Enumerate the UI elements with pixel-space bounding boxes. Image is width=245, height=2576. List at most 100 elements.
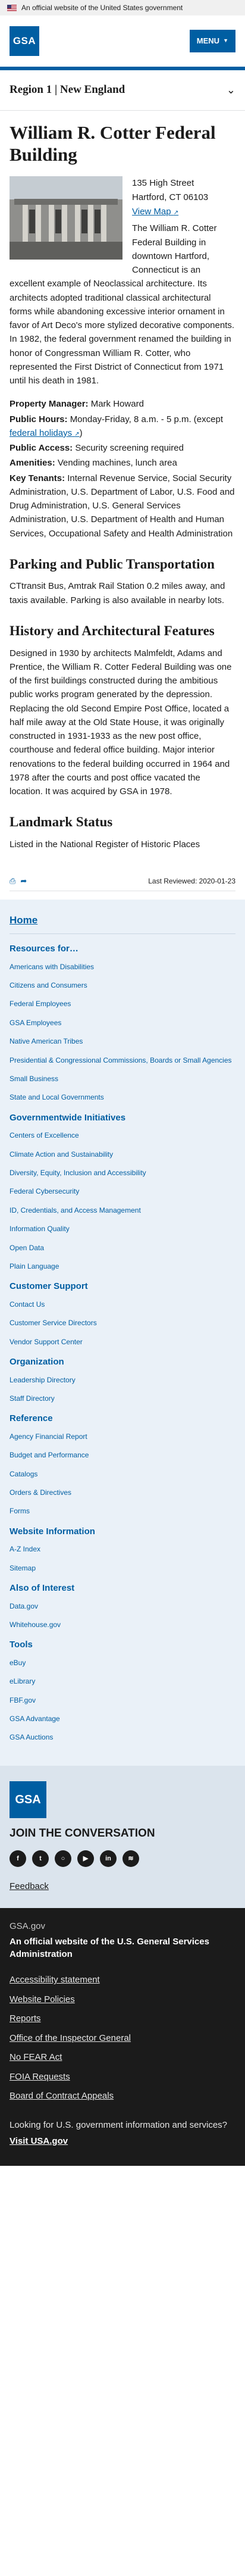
region-title: Region 1 | New England	[10, 83, 125, 96]
identifier-looking-text: Looking for U.S. government information …	[10, 2119, 228, 2130]
footer-group: Website Information A-Z Index Sitemap	[10, 1525, 235, 1573]
footer-link-item: Data.gov	[10, 1601, 235, 1612]
footer-link[interactable]: Open Data	[10, 1244, 44, 1252]
footer-group-heading: Organization	[10, 1357, 64, 1367]
footer-link[interactable]: Federal Cybersecurity	[10, 1187, 79, 1195]
footer-link[interactable]: Customer Service Directors	[10, 1319, 97, 1327]
footer-group-heading: Customer Support	[10, 1281, 88, 1292]
footer-link[interactable]: Orders & Directives	[10, 1488, 71, 1497]
footer-link[interactable]: Federal Employees	[10, 1000, 71, 1008]
footer-link[interactable]: Diversity, Equity, Inclusion and Accessi…	[10, 1169, 146, 1177]
footer-link[interactable]: Sitemap	[10, 1564, 36, 1572]
footer-link[interactable]: Budget and Performance	[10, 1451, 89, 1459]
gsa-logo[interactable]: GSA	[10, 26, 39, 56]
footer-link[interactable]: Whitehouse.gov	[10, 1620, 61, 1629]
footer-link-item: GSA Auctions	[10, 1732, 235, 1743]
youtube-icon[interactable]: ▶	[77, 1850, 94, 1868]
footer-link[interactable]: ID, Credentials, and Access Management	[10, 1206, 141, 1214]
footer-link[interactable]: FBF.gov	[10, 1696, 36, 1704]
federal-holidays-link[interactable]: federal holidays ↗	[10, 428, 80, 438]
footer-home-link[interactable]: Home	[10, 913, 235, 935]
footer-link-item: Small Business	[10, 1074, 235, 1084]
identifier-links: Accessibility statement Website Policies R…	[10, 1974, 235, 2103]
footer-link[interactable]: Centers of Excellence	[10, 1131, 79, 1139]
chevron-down-icon[interactable]: ⌄	[227, 82, 235, 98]
identifier-link[interactable]: Board of Contract Appeals	[10, 2090, 235, 2103]
footer-link[interactable]: Leadership Directory	[10, 1376, 76, 1384]
footer-link[interactable]: Catalogs	[10, 1470, 37, 1478]
history-text: Designed in 1930 by architects Malmfeldt…	[10, 648, 232, 797]
footer-link[interactable]: Data.gov	[10, 1602, 38, 1610]
footer-link[interactable]: Staff Directory	[10, 1394, 55, 1403]
share-icon[interactable]: ➦	[20, 875, 27, 887]
external-link-icon: ↗	[173, 210, 179, 217]
footer-link[interactable]: Plain Language	[10, 1262, 59, 1270]
footer-group-heading: Also of Interest	[10, 1583, 75, 1594]
print-icon[interactable]: ⎙	[10, 875, 15, 887]
footer-group: Tools eBuy eLibrary FBF.gov GSA Advantage GSA…	[10, 1638, 235, 1743]
footer-link[interactable]: Americans with Disabilities	[10, 963, 94, 971]
footer-link-item: eBuy	[10, 1658, 235, 1668]
identifier-link[interactable]: Reports	[10, 2012, 235, 2026]
gov-banner: An official website of the United States…	[0, 0, 245, 15]
footer-link-item: Forms	[10, 1506, 235, 1516]
share-tools: ⎙ ➦	[10, 875, 27, 887]
last-reviewed: Last Reviewed: 2020-01-23	[148, 876, 235, 885]
footer-link[interactable]: eBuy	[10, 1659, 26, 1667]
footer-link-item: Plain Language	[10, 1262, 235, 1272]
footer-link[interactable]: Information Quality	[10, 1225, 70, 1233]
identifier-link[interactable]: Accessibility statement	[10, 1974, 235, 1987]
footer-link[interactable]: Small Business	[10, 1075, 58, 1083]
footer-link[interactable]: GSA Auctions	[10, 1733, 53, 1741]
visit-usa-gov-link[interactable]: Visit USA.gov	[10, 2136, 68, 2146]
footer-link[interactable]: Presidential & Congressional Commissions…	[10, 1056, 232, 1064]
footer-link-item: Presidential & Congressional Commissions…	[10, 1056, 235, 1066]
footer-link[interactable]: Native American Tribes	[10, 1037, 83, 1045]
footer-link-item: Whitehouse.gov	[10, 1620, 235, 1630]
footer-link[interactable]: Forms	[10, 1507, 30, 1515]
menu-button[interactable]: MENU ▼	[189, 30, 235, 52]
agency-identifier: GSA.gov An official website of the U.S. …	[0, 1907, 245, 2166]
footer-link[interactable]: State and Local Governments	[10, 1093, 104, 1101]
footer-nav: Home Resources for… Americans with Disabi…	[0, 899, 245, 1766]
footer-link[interactable]: GSA Employees	[10, 1019, 61, 1027]
us-flag-icon	[7, 4, 17, 11]
identifier-link[interactable]: Office of the Inspector General	[10, 2032, 235, 2046]
linkedin-icon[interactable]: in	[100, 1850, 117, 1868]
region-selector[interactable]: Region 1 | New England ⌄	[0, 70, 245, 111]
footer-group-heading: Website Information	[10, 1526, 95, 1537]
footer-group: Also of Interest Data.gov Whitehouse.gov	[10, 1582, 235, 1630]
footer-link-item: Climate Action and Sustainability	[10, 1150, 235, 1160]
parking-heading: Parking and Public Transportation	[10, 556, 215, 572]
feedback-link[interactable]: Feedback	[10, 1880, 49, 1894]
twitter-icon[interactable]: t	[32, 1850, 49, 1868]
identifier-link[interactable]: No FEAR Act	[10, 2051, 235, 2065]
footer-link-item: Agency Financial Report	[10, 1432, 235, 1442]
history-heading: History and Architectural Features	[10, 623, 215, 638]
instagram-icon[interactable]: ○	[55, 1850, 71, 1868]
footer-link[interactable]: eLibrary	[10, 1677, 35, 1685]
footer-link[interactable]: Climate Action and Sustainability	[10, 1150, 113, 1159]
facebook-icon[interactable]: f	[10, 1850, 26, 1868]
footer-gsa-logo[interactable]: GSA	[10, 1781, 46, 1818]
footer-link[interactable]: Citizens and Consumers	[10, 981, 87, 989]
footer-group-heading: Governmentwide Initiatives	[10, 1112, 126, 1123]
footer-link[interactable]: GSA Advantage	[10, 1715, 60, 1723]
page-tools: ⎙ ➦ Last Reviewed: 2020-01-23	[10, 869, 235, 891]
footer-link[interactable]: Vendor Support Center	[10, 1338, 83, 1346]
footer-link[interactable]: A-Z Index	[10, 1545, 40, 1553]
footer-link[interactable]: Agency Financial Report	[10, 1432, 87, 1441]
view-map-link[interactable]: View Map ↗	[132, 207, 178, 217]
rss-icon[interactable]: ≋	[122, 1850, 139, 1868]
identifier-link[interactable]: FOIA Requests	[10, 2071, 235, 2084]
footer-link-item: ID, Credentials, and Access Management	[10, 1206, 235, 1216]
identifier-link[interactable]: Website Policies	[10, 1993, 235, 2007]
footer-group: Resources for… Americans with Disabilitie…	[10, 942, 235, 1103]
footer-link-item: eLibrary	[10, 1676, 235, 1687]
page-title: William R. Cotter Federal Building	[10, 122, 216, 166]
gov-banner-text: An official website of the United States…	[21, 4, 183, 12]
footer-link[interactable]: Contact Us	[10, 1300, 45, 1309]
footer-link-item: Vendor Support Center	[10, 1337, 235, 1347]
footer-link-item: Centers of Excellence	[10, 1131, 235, 1141]
footer-link-item: Customer Service Directors	[10, 1318, 235, 1328]
